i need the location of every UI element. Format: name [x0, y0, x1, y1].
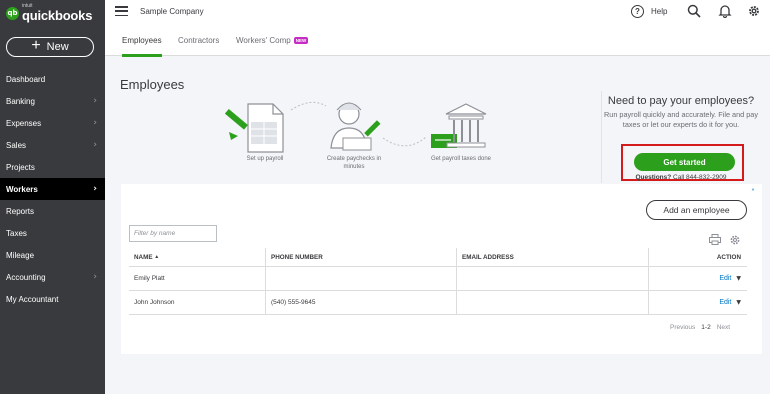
employee-email: [456, 267, 648, 290]
sidebar-item-label: Workers: [6, 184, 38, 194]
gear-icon[interactable]: [747, 4, 761, 18]
promo-questions: Questions? Call 844-832-2909: [601, 174, 761, 181]
quickbooks-logo[interactable]: qb intuit quickbooks: [6, 4, 92, 22]
step-create-paychecks: Create paychecks in minutes: [326, 156, 382, 171]
plus-icon: +: [31, 37, 41, 54]
sidebar-item-label: Reports: [6, 206, 35, 216]
sidebar-item-label: Mileage: [6, 250, 35, 260]
quickbooks-logo-icon: qb: [6, 6, 19, 20]
employee-table: NAME ▲ PHONE NUMBER EMAIL ADDRESS ACTION…: [129, 248, 747, 315]
pager-next[interactable]: Next: [717, 324, 730, 331]
sidebar-item-taxes[interactable]: Taxes: [0, 222, 105, 244]
promo-title: Need to pay your employees?: [607, 95, 755, 107]
employee-name[interactable]: John Johnson: [129, 291, 265, 314]
edit-link[interactable]: Edit: [719, 275, 731, 282]
employee-name[interactable]: Emily Platt: [129, 267, 265, 290]
payroll-promo: Set up payroll Create paychecks in minut…: [121, 92, 761, 184]
bell-icon[interactable]: [718, 4, 732, 18]
sidebar-item-label: Sales: [6, 140, 27, 150]
chevron-right-icon: ›: [93, 184, 97, 194]
sidebar-item-label: Accounting: [6, 272, 46, 282]
chevron-right-icon: ›: [93, 96, 97, 106]
logo-quickbooks-text: quickbooks: [22, 8, 93, 23]
sidebar-nav: Dashboard Banking › Expenses › Sales › Proj…: [0, 68, 105, 310]
chevron-right-icon: ›: [93, 118, 97, 128]
sidebar-item-label: Taxes: [6, 228, 27, 238]
tab-label: Employees: [122, 35, 162, 45]
sidebar-item-sales[interactable]: Sales ›: [0, 134, 105, 156]
sidebar-item-banking[interactable]: Banking ›: [0, 90, 105, 112]
column-header-action: ACTION: [648, 248, 747, 266]
employee-phone: [265, 267, 456, 290]
caret-down-icon[interactable]: ▼: [736, 299, 741, 306]
sidebar-item-expenses[interactable]: Expenses ›: [0, 112, 105, 134]
new-badge: NEW: [293, 36, 309, 44]
left-sidebar: qb intuit quickbooks + New Dashboard Ban…: [0, 0, 105, 394]
sidebar-item-workers[interactable]: Workers ›: [0, 178, 105, 200]
chevron-right-icon: ›: [93, 272, 97, 282]
new-button[interactable]: + New: [6, 37, 94, 57]
pagination: Previous 1-2 Next: [670, 324, 730, 331]
promo-description: Run payroll quickly and accurately. File…: [604, 109, 758, 129]
filter-by-name-input[interactable]: Filter by name: [129, 225, 217, 242]
sidebar-item-mileage[interactable]: Mileage: [0, 244, 105, 266]
sidebar-item-label: Dashboard: [6, 74, 46, 84]
sidebar-item-reports[interactable]: Reports: [0, 200, 105, 222]
help-label[interactable]: Help: [651, 7, 667, 16]
sidebar-item-label: My Accountant: [6, 294, 59, 304]
table-row[interactable]: Emily Platt Edit ▼: [129, 267, 747, 291]
person-paycheck-icon: [330, 102, 381, 151]
step-set-up-payroll: Set up payroll: [246, 156, 284, 162]
search-icon[interactable]: [687, 4, 701, 18]
step-payroll-taxes: Get payroll taxes done: [430, 156, 492, 162]
sidebar-item-projects[interactable]: Projects: [0, 156, 105, 178]
page-title: Employees: [120, 77, 185, 92]
bank-building-icon: [431, 103, 487, 148]
tab-workers-comp[interactable]: Workers' Comp NEW: [236, 24, 309, 56]
sidebar-item-label: Projects: [6, 162, 35, 172]
tab-bar: Employees Contractors Workers' Comp NEW: [105, 24, 770, 57]
table-settings-gear-icon[interactable]: [729, 234, 741, 246]
document-pencil-icon: [224, 103, 284, 153]
chevron-right-icon: ›: [93, 140, 97, 150]
sort-ascending-icon: ▲: [154, 254, 160, 260]
tab-employees[interactable]: Employees: [122, 24, 162, 57]
sidebar-item-accounting[interactable]: Accounting ›: [0, 266, 105, 288]
tab-contractors[interactable]: Contractors: [178, 24, 219, 56]
new-button-label: New: [46, 41, 69, 53]
edit-link[interactable]: Edit: [719, 299, 731, 306]
support-phone[interactable]: Call 844-832-2909: [673, 174, 726, 181]
sidebar-item-my-accountant[interactable]: My Accountant: [0, 288, 105, 310]
sidebar-item-dashboard[interactable]: Dashboard: [0, 68, 105, 90]
pager-range: 1-2: [701, 324, 711, 331]
employee-phone: (540) 555-9645: [265, 291, 456, 314]
tab-label: Contractors: [178, 35, 220, 45]
company-name: Sample Company: [140, 7, 204, 16]
table-header-row: NAME ▲ PHONE NUMBER EMAIL ADDRESS ACTION: [129, 248, 747, 267]
add-employee-button[interactable]: Add an employee: [646, 200, 747, 220]
hamburger-menu-icon[interactable]: [115, 6, 128, 16]
column-header-name[interactable]: NAME ▲: [129, 248, 265, 266]
tab-label: Workers' Comp: [236, 35, 291, 45]
table-row[interactable]: John Johnson (540) 555-9645 Edit ▼: [129, 291, 747, 315]
promo-divider: [601, 91, 602, 183]
caret-down-icon[interactable]: ▼: [736, 275, 741, 282]
column-header-email[interactable]: EMAIL ADDRESS: [456, 248, 648, 266]
collapse-chevron-icon[interactable]: ˄: [745, 184, 761, 200]
top-bar: Sample Company ? Help: [105, 0, 770, 24]
pager-previous[interactable]: Previous: [670, 324, 695, 331]
column-header-phone[interactable]: PHONE NUMBER: [265, 248, 456, 266]
print-icon[interactable]: [709, 234, 721, 245]
help-icon[interactable]: ?: [631, 5, 644, 18]
employee-email: [456, 291, 648, 314]
sidebar-item-label: Banking: [6, 96, 35, 106]
sidebar-item-label: Expenses: [6, 118, 42, 128]
questions-label: Questions?: [635, 174, 672, 181]
